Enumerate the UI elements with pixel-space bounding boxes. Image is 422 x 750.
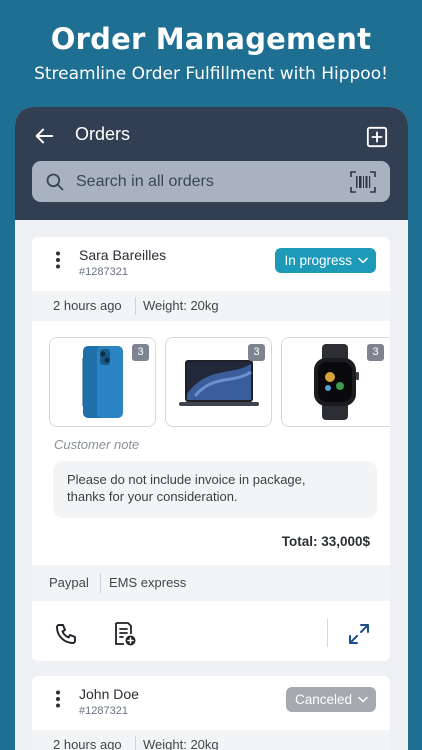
quantity-badge: 3 — [367, 344, 384, 361]
expand-icon[interactable] — [348, 623, 370, 645]
watch-image — [314, 344, 359, 420]
phone-icon[interactable] — [54, 622, 78, 646]
divider — [327, 619, 328, 647]
customer-name: John Doe — [79, 686, 139, 702]
iphone-image — [82, 346, 123, 418]
status-dropdown[interactable]: Canceled — [285, 687, 376, 712]
shipping-method: EMS express — [109, 575, 187, 590]
quantity-badge: 3 — [132, 344, 149, 361]
kebab-menu-icon[interactable] — [53, 251, 63, 269]
arrow-left-icon[interactable] — [33, 125, 55, 147]
order-number: #1287321 — [79, 266, 128, 278]
order-meta: 2 hours ago Weight: 20kg — [32, 730, 390, 750]
customer-note-label: Customer note — [54, 437, 140, 452]
chevron-down-icon — [358, 257, 368, 264]
app-screen: Orders Search in all orders Sara Bareill… — [15, 107, 408, 750]
promo-title: Order Management — [50, 22, 372, 56]
macbook-image — [178, 360, 259, 406]
order-weight: Weight: 20kg — [143, 298, 219, 313]
status-label: Canceled — [294, 692, 352, 707]
customer-note: Please do not include invoice in package… — [53, 461, 377, 518]
quantity-badge: 3 — [248, 344, 265, 361]
order-card[interactable]: Sara Bareilles #1287321 In progress 2 ho… — [32, 237, 390, 661]
order-meta: 2 hours ago Weight: 20kg — [32, 291, 390, 321]
plus-square-icon[interactable] — [366, 126, 388, 148]
search-input[interactable]: Search in all orders — [32, 161, 390, 202]
kebab-menu-icon[interactable] — [53, 690, 63, 708]
status-dropdown[interactable]: In progress — [275, 248, 376, 273]
order-card[interactable]: John Doe #1287321 Canceled 2 hours ago W… — [32, 676, 390, 750]
page-title: Orders — [75, 124, 131, 144]
payment-shipping-row: Paypal EMS express — [32, 565, 390, 601]
barcode-scan-icon[interactable] — [350, 171, 376, 193]
divider — [135, 297, 136, 315]
order-time: 2 hours ago — [53, 298, 122, 313]
search-icon — [46, 173, 64, 191]
customer-name: Sara Bareilles — [79, 247, 167, 263]
order-total: Total: 33,000$ — [281, 534, 370, 549]
order-number: #1287321 — [79, 705, 128, 717]
app-header: Orders Search in all orders — [15, 107, 408, 220]
product-thumbnail[interactable]: 3 — [165, 337, 272, 427]
invoice-add-icon[interactable] — [111, 621, 137, 647]
order-weight: Weight: 20kg — [143, 737, 219, 750]
note-line: thanks for your consideration. — [67, 489, 238, 504]
divider — [100, 573, 101, 593]
chevron-down-icon — [358, 696, 368, 703]
note-line: Please do not include invoice in package… — [67, 472, 306, 487]
status-label: In progress — [284, 253, 352, 268]
payment-method: Paypal — [49, 575, 89, 590]
search-placeholder: Search in all orders — [76, 173, 214, 190]
promo-subtitle: Streamline Order Fulfillment with Hippoo… — [34, 64, 388, 84]
product-thumbnail[interactable]: 3 — [49, 337, 156, 427]
divider — [135, 736, 136, 750]
product-thumbnail[interactable]: 3 — [281, 337, 390, 427]
order-time: 2 hours ago — [53, 737, 122, 750]
